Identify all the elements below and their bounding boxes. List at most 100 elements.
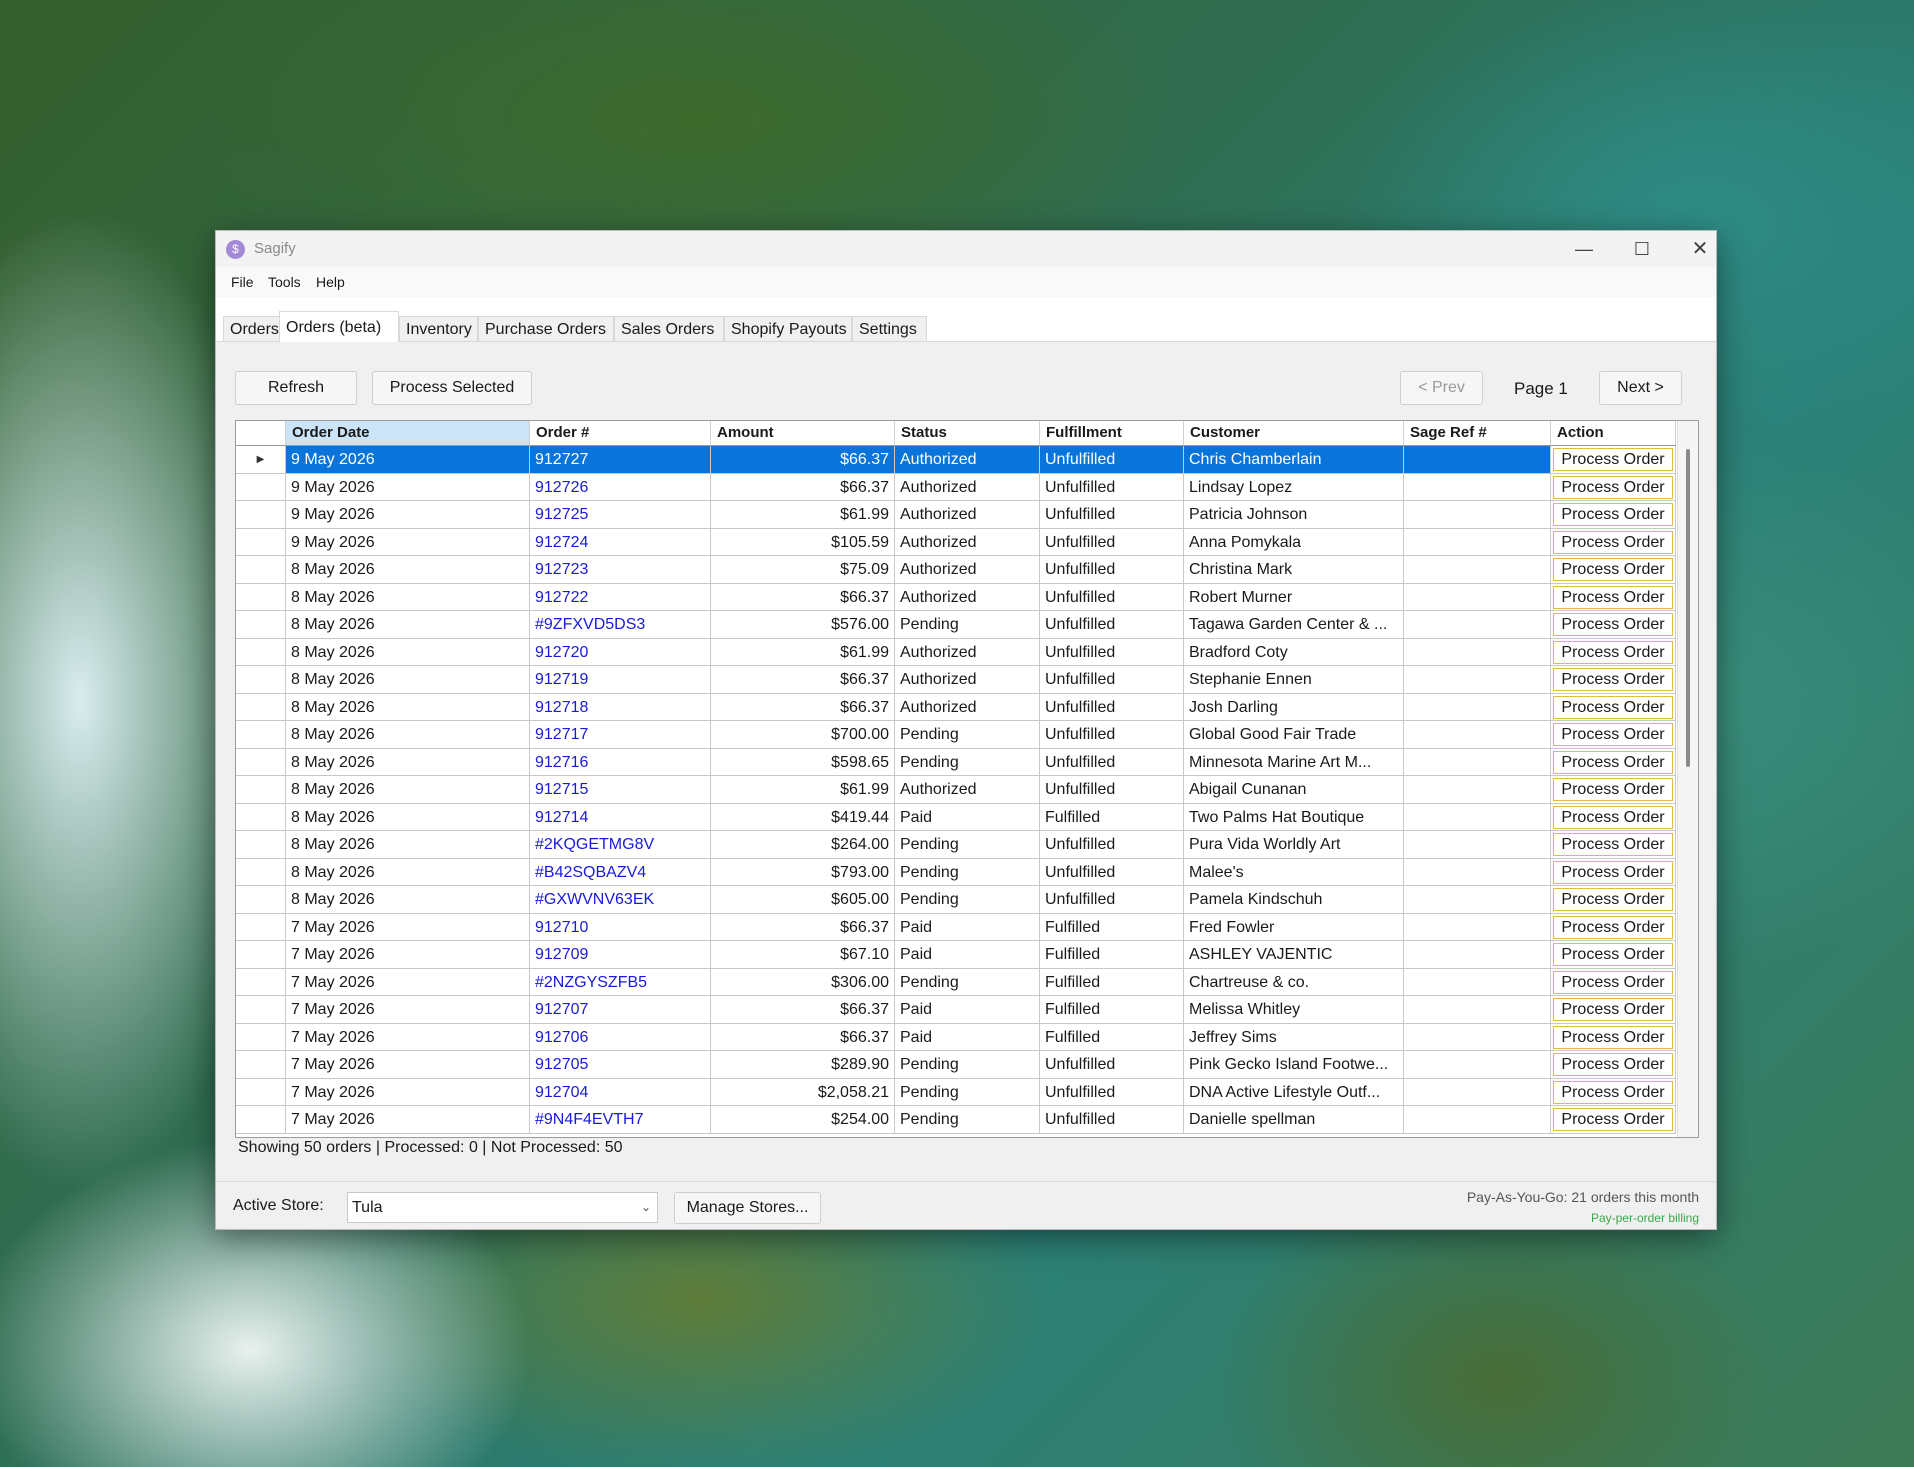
table-row[interactable]: 7 May 2026 #2NZGYSZFB5 $306.00 Pending Fulfi… [236,968,1676,996]
cell-order-number[interactable]: 912726 [530,473,711,501]
table-row[interactable]: 7 May 2026 912710 $66.37 Paid Fulfilled Fred … [236,913,1676,941]
process-order-button[interactable]: Process Order [1553,640,1673,664]
row-selector[interactable] [236,501,286,529]
row-selector[interactable] [236,528,286,556]
row-selector[interactable] [236,473,286,501]
table-row[interactable]: 8 May 2026 #2KQGETMG8V $264.00 Pending Unful… [236,831,1676,859]
cell-order-number[interactable]: 912720 [530,638,711,666]
cell-order-number[interactable]: 912724 [530,528,711,556]
row-selector[interactable] [236,1106,286,1134]
table-row[interactable]: 8 May 2026 #9ZFXVD5DS3 $576.00 Pending Unful… [236,611,1676,639]
row-selector[interactable] [236,693,286,721]
minimize-icon[interactable]: — [1556,231,1612,267]
cell-order-number[interactable]: #9ZFXVD5DS3 [530,611,711,639]
table-row[interactable]: 8 May 2026 912717 $700.00 Pending Unfulfille… [236,721,1676,749]
row-selector[interactable] [236,858,286,886]
table-row[interactable]: 8 May 2026 #B42SQBAZV4 $793.00 Pending Unful… [236,858,1676,886]
vertical-scrollbar[interactable] [1677,421,1698,1137]
cell-order-number[interactable]: 912705 [530,1051,711,1079]
cell-order-number[interactable]: 912709 [530,941,711,969]
table-row[interactable]: 8 May 2026 912722 $66.37 Authorized Unfulfil… [236,583,1676,611]
cell-order-number[interactable]: 912715 [530,776,711,804]
tab-purchase-orders[interactable]: Purchase Orders [478,316,614,341]
row-selector[interactable] [236,1051,286,1079]
row-selector[interactable] [236,556,286,584]
cell-order-number[interactable]: 912714 [530,803,711,831]
row-selector[interactable] [236,913,286,941]
table-row[interactable]: 7 May 2026 912704 $2,058.21 Pending Unfulfil… [236,1078,1676,1106]
row-selector[interactable] [236,968,286,996]
cell-order-number[interactable]: #9N4F4EVTH7 [530,1106,711,1134]
header-amount[interactable]: Amount [711,421,895,445]
title-bar[interactable]: $ Sagify — ☐ ✕ [216,231,1716,267]
table-row[interactable]: 7 May 2026 912707 $66.37 Paid Fulfilled Melis… [236,996,1676,1024]
process-order-button[interactable]: Process Order [1553,695,1673,719]
process-order-button[interactable]: Process Order [1553,998,1673,1021]
table-row[interactable]: 8 May 2026 912720 $61.99 Authorized Unfulfil… [236,638,1676,666]
process-order-button[interactable]: Process Order [1553,805,1673,829]
process-order-button[interactable]: Process Order [1553,530,1673,554]
header-sage-ref[interactable]: Sage Ref # [1404,421,1551,445]
row-selector[interactable] [236,1078,286,1106]
process-order-button[interactable]: Process Order [1553,1080,1673,1104]
table-row[interactable]: 8 May 2026 #GXWVNV63EK $605.00 Pending Unful… [236,886,1676,914]
process-order-button[interactable]: Process Order [1553,1108,1673,1131]
process-order-button[interactable]: Process Order [1553,558,1673,581]
tab-sales-orders[interactable]: Sales Orders [614,316,724,341]
process-order-button[interactable]: Process Order [1553,723,1673,746]
row-selector[interactable] [236,638,286,666]
process-order-button[interactable]: Process Order [1553,750,1673,774]
tab-orders-beta[interactable]: Orders (beta) [279,311,399,342]
cell-order-number[interactable]: #2NZGYSZFB5 [530,968,711,996]
table-row[interactable]: 7 May 2026 912705 $289.90 Pending Unfulfille… [236,1051,1676,1079]
header-customer[interactable]: Customer [1184,421,1404,445]
cell-order-number[interactable]: 912706 [530,1023,711,1051]
process-order-button[interactable]: Process Order [1553,833,1673,856]
process-order-button[interactable]: Process Order [1553,943,1673,966]
table-row[interactable]: 7 May 2026 912709 $67.10 Paid Fulfilled ASHLE… [236,941,1676,969]
process-selected-button[interactable]: Process Selected [372,371,532,405]
cell-order-number[interactable]: 912707 [530,996,711,1024]
menu-help[interactable]: Help [316,274,345,290]
process-order-button[interactable]: Process Order [1553,888,1673,911]
manage-stores-button[interactable]: Manage Stores... [674,1192,821,1224]
process-order-button[interactable]: Process Order [1553,503,1673,526]
process-order-button[interactable]: Process Order [1553,1053,1673,1076]
table-row[interactable]: ▶ 9 May 2026 912727 $66.37 Authorized Unfulfi… [236,446,1676,474]
row-selector[interactable] [236,803,286,831]
process-order-button[interactable]: Process Order [1553,475,1673,499]
row-selector[interactable] [236,748,286,776]
process-order-button[interactable]: Process Order [1553,915,1673,939]
process-order-button[interactable]: Process Order [1553,778,1673,801]
cell-order-number[interactable]: 912710 [530,913,711,941]
row-selector[interactable] [236,583,286,611]
cell-order-number[interactable]: 912727 [530,446,711,474]
header-action[interactable]: Action [1551,421,1676,445]
row-selector[interactable] [236,1023,286,1051]
process-order-button[interactable]: Process Order [1553,448,1673,471]
cell-order-number[interactable]: 912725 [530,501,711,529]
header-order-number[interactable]: Order # [530,421,711,445]
cell-order-number[interactable]: 912717 [530,721,711,749]
row-selector[interactable] [236,666,286,694]
row-selector[interactable] [236,831,286,859]
cell-order-number[interactable]: #2KQGETMG8V [530,831,711,859]
process-order-button[interactable]: Process Order [1553,860,1673,884]
table-row[interactable]: 9 May 2026 912726 $66.37 Authorized Unfulfil… [236,473,1676,501]
row-selector[interactable]: ▶ [236,446,286,474]
menu-tools[interactable]: Tools [268,274,301,290]
active-store-select[interactable]: Tula ⌄ [347,1192,658,1223]
row-selector[interactable] [236,776,286,804]
header-order-date[interactable]: Order Date [286,421,530,445]
table-row[interactable]: 8 May 2026 912714 $419.44 Paid Fulfilled Two … [236,803,1676,831]
cell-order-number[interactable]: #B42SQBAZV4 [530,858,711,886]
table-row[interactable]: 7 May 2026 #9N4F4EVTH7 $254.00 Pending Unful… [236,1106,1676,1134]
table-row[interactable]: 8 May 2026 912716 $598.65 Pending Unfulfille… [236,748,1676,776]
header-fulfillment[interactable]: Fulfillment [1040,421,1184,445]
cell-order-number[interactable]: 912719 [530,666,711,694]
row-selector[interactable] [236,886,286,914]
cell-order-number[interactable]: 912722 [530,583,711,611]
row-selector[interactable] [236,721,286,749]
scrollbar-thumb[interactable] [1686,449,1690,767]
process-order-button[interactable]: Process Order [1553,613,1673,636]
